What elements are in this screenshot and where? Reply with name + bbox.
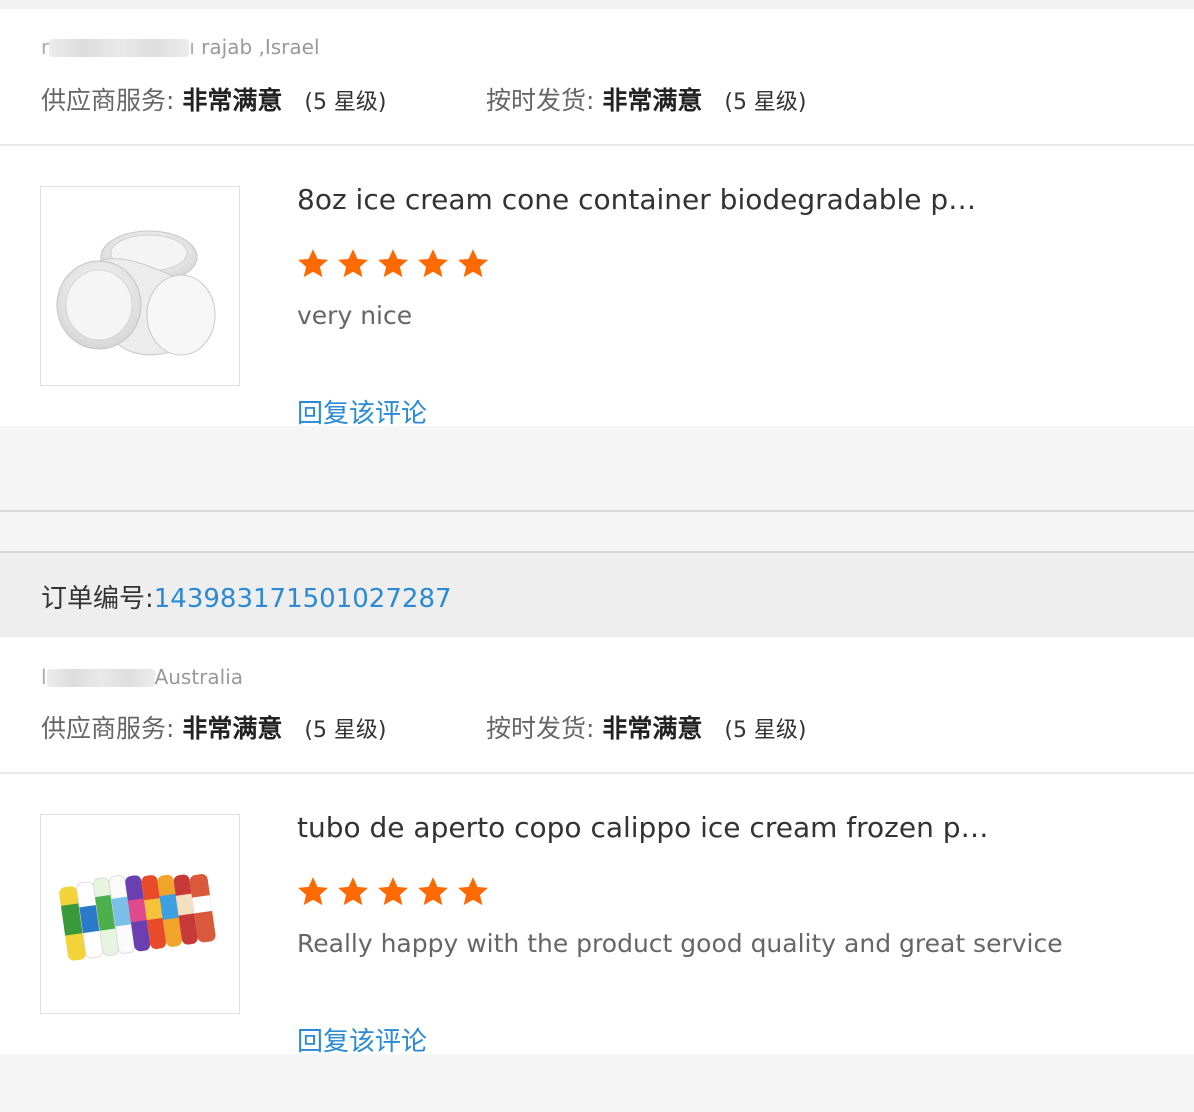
- redacted-name: [46, 669, 155, 687]
- review-comment: Really happy with the product good quali…: [297, 929, 1063, 958]
- shipping-value: 非常满意: [602, 86, 703, 115]
- product-title[interactable]: tubo de aperto copo calippo ice cream fr…: [297, 811, 989, 844]
- shipping-stars: (5 星级): [724, 718, 807, 743]
- reviewer-location: rajab ,Israel: [201, 35, 320, 59]
- order-number-link[interactable]: 143983171501027287: [154, 584, 452, 614]
- supplier-service-stars: (5 星级): [304, 718, 387, 743]
- star-icon: [458, 877, 488, 906]
- divider: [0, 772, 1194, 774]
- divider: [0, 144, 1194, 146]
- shipping-stars: (5 星级): [724, 90, 807, 115]
- section-divider: [0, 510, 1194, 512]
- supplier-service-label: 供应商服务:: [41, 86, 175, 115]
- top-strip: [0, 0, 1194, 9]
- product-title[interactable]: 8oz ice cream cone container biodegradab…: [297, 183, 976, 216]
- review-comment: very nice: [297, 301, 413, 330]
- star-icon: [338, 249, 368, 278]
- star-icon: [298, 877, 328, 906]
- product-thumbnail[interactable]: [40, 186, 240, 386]
- paper-bowl-image: [56, 230, 216, 356]
- star-icon: [458, 249, 488, 278]
- product-thumbnail[interactable]: [40, 814, 240, 1014]
- reviewer-info: l Australia: [41, 665, 244, 689]
- shipping-label: 按时发货:: [486, 86, 595, 115]
- reply-link[interactable]: 回复该评论: [297, 393, 427, 430]
- supplier-service-value: 非常满意: [182, 86, 283, 115]
- star-icon: [418, 877, 448, 906]
- rating-summary: 供应商服务: 非常满意 (5 星级) 按时发货: 非常满意 (5 星级): [41, 709, 807, 745]
- rating-summary: 供应商服务: 非常满意 (5 星级) 按时发货: 非常满意 (5 星级): [41, 81, 807, 117]
- star-icon: [338, 877, 368, 906]
- supplier-service-label: 供应商服务:: [41, 714, 175, 743]
- supplier-service-value: 非常满意: [182, 714, 283, 743]
- star-icon: [378, 249, 408, 278]
- supplier-service-stars: (5 星级): [304, 90, 387, 115]
- order-header: 订单编号:143983171501027287: [0, 553, 1194, 637]
- star-icon: [298, 249, 328, 278]
- order-number-row: 订单编号:143983171501027287: [41, 578, 452, 615]
- star-rating: [296, 247, 490, 281]
- star-rating: [296, 875, 490, 909]
- order-number-label: 订单编号:: [41, 584, 154, 614]
- star-icon: [378, 877, 408, 906]
- reviewer-info: rı rajab ,Israel: [41, 35, 320, 59]
- reviewer-location: Australia: [154, 665, 244, 689]
- review-card: l Australia 供应商服务: 非常满意 (5 星级) 按时发货: 非常满意…: [0, 637, 1194, 1057]
- redacted-name: [49, 39, 190, 57]
- star-icon: [418, 249, 448, 278]
- ice-pop-tubes-image: [59, 874, 216, 961]
- shipping-value: 非常满意: [602, 714, 703, 743]
- reply-link[interactable]: 回复该评论: [297, 1021, 427, 1058]
- shipping-label: 按时发货:: [486, 714, 595, 743]
- review-card: rı rajab ,Israel 供应商服务: 非常满意 (5 星级) 按时发货…: [0, 9, 1194, 429]
